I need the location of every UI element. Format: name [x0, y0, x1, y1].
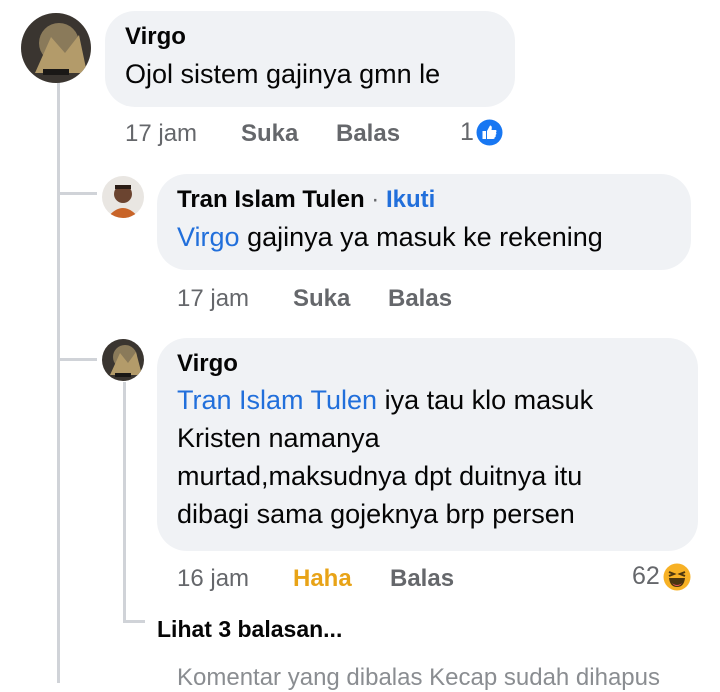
comment-time[interactable]: 16 jam [177, 565, 249, 592]
comment-text: Virgo gajinya ya masuk ke rekening [177, 218, 671, 256]
comment-time[interactable]: 17 jam [125, 120, 197, 147]
avatar[interactable] [21, 13, 91, 83]
comment-text: Ojol sistem gajinya gmn le [125, 59, 441, 89]
comment-time[interactable]: 17 jam [177, 285, 249, 312]
like-button[interactable]: Suka [241, 120, 298, 148]
comment-bubble: Virgo Ojol sistem gajinya gmn le [105, 11, 515, 107]
comment-meta: 16 jam Haha Balas [177, 565, 577, 593]
reply-button[interactable]: Balas [390, 565, 454, 593]
comment-body: iya tau klo masuk [384, 385, 594, 415]
reply-button[interactable]: Balas [388, 285, 452, 313]
comment-line: dibagi sama gojeknya brp persen [177, 499, 575, 529]
view-more-replies-link[interactable]: Lihat 3 balasan... [157, 616, 342, 643]
comment-meta: 17 jam Suka Balas [177, 285, 577, 313]
mention-link[interactable]: Virgo [177, 222, 240, 252]
reply-button[interactable]: Balas [336, 120, 400, 148]
like-button[interactable]: Suka [293, 285, 350, 313]
haha-reaction-button[interactable]: Haha [293, 565, 352, 593]
avatar[interactable] [102, 176, 144, 218]
reaction-summary[interactable]: 62 [632, 562, 691, 591]
comment-bubble: Virgo Tran Islam Tulen iya tau klo masuk… [157, 338, 698, 551]
thread-line-branch-2 [57, 358, 97, 361]
comment-line: murtad,maksudnya dpt duitnya itu [177, 461, 583, 491]
reaction-count: 62 [632, 562, 660, 590]
thread-line-sub-branch [123, 620, 145, 623]
comment-header: Tran Islam Tulen · Ikuti [177, 186, 671, 214]
comment-body: gajinya ya masuk ke rekening [247, 222, 603, 252]
deleted-comment-note: Komentar yang dibalas Kecap sudah dihapu… [177, 664, 660, 691]
comment-bubble: Tran Islam Tulen · Ikuti Virgo gajinya y… [157, 174, 691, 270]
follow-button[interactable]: Ikuti [386, 186, 435, 213]
reaction-summary[interactable]: 1 [460, 118, 503, 147]
thread-line-sub [123, 382, 126, 622]
haha-icon [663, 563, 691, 591]
comment-text: Tran Islam Tulen iya tau klo masuk Krist… [177, 381, 678, 533]
like-icon [476, 119, 503, 146]
comment-line: Kristen namanya [177, 423, 380, 453]
comment-author[interactable]: Virgo [125, 23, 495, 51]
separator-dot: · [371, 186, 380, 213]
thread-line-main [57, 80, 60, 683]
comment-author[interactable]: Tran Islam Tulen [177, 186, 365, 213]
thread-line-branch-1 [57, 192, 97, 195]
mention-link[interactable]: Tran Islam Tulen [177, 385, 377, 415]
comment-line: Tran Islam Tulen iya tau klo masuk [177, 381, 678, 419]
comment-author[interactable]: Virgo [177, 350, 678, 378]
reaction-count: 1 [460, 118, 474, 146]
avatar[interactable] [102, 339, 144, 381]
